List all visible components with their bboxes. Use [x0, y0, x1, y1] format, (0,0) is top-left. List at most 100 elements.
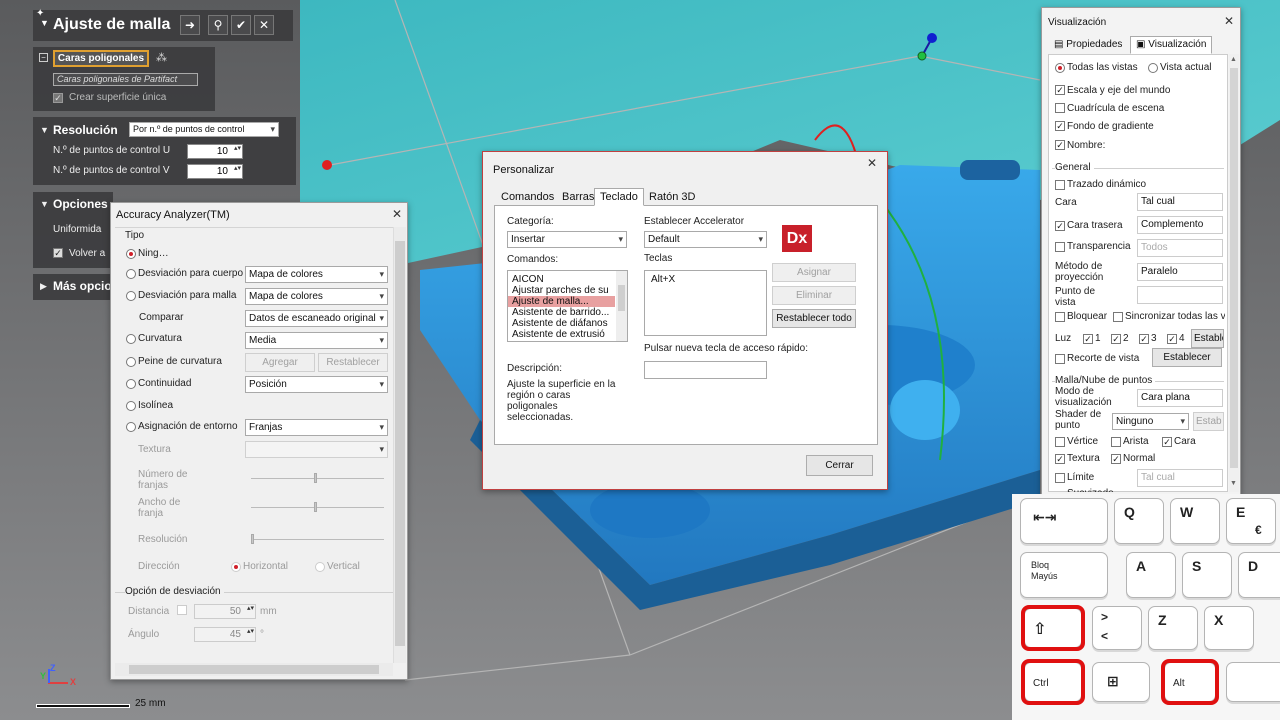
control-v-input[interactable]: 10: [187, 164, 243, 179]
ok-button[interactable]: ✔: [231, 15, 251, 35]
commands-list[interactable]: AICON Ajustar parches de su Ajuste de ma…: [507, 270, 628, 342]
accelerator-select[interactable]: Default: [644, 231, 767, 248]
face-select[interactable]: Tal cual: [1137, 193, 1223, 211]
control-u-input[interactable]: 10: [187, 144, 243, 159]
light-4-checkbox[interactable]: ✓: [1167, 334, 1177, 344]
dynamic-trace-checkbox[interactable]: [1055, 180, 1065, 190]
current-view-radio[interactable]: [1148, 63, 1158, 73]
resolution-thumb[interactable]: [251, 534, 254, 544]
list-item[interactable]: Ajustar parches de su: [508, 285, 615, 296]
cancel-button[interactable]: ✕: [254, 15, 274, 35]
list-item[interactable]: Asistente de extrusió: [508, 329, 615, 340]
distance-input[interactable]: 50: [194, 604, 256, 619]
resolution-slider[interactable]: [251, 539, 384, 540]
continuity-radio[interactable]: [126, 379, 136, 389]
collapse-icon[interactable]: ▼: [40, 199, 49, 209]
isoline-radio[interactable]: [126, 401, 136, 411]
clip-set-button[interactable]: Establecer: [1152, 348, 1222, 367]
filter-icon[interactable]: ⁂: [156, 51, 167, 64]
sync-checkbox[interactable]: [1113, 312, 1123, 322]
vis-scroll-up[interactable]: ▲: [1230, 56, 1237, 63]
list-item[interactable]: Asistente de diáfanos: [508, 318, 615, 329]
limit-checkbox[interactable]: [1055, 473, 1065, 483]
list-scrollbar[interactable]: [616, 271, 627, 341]
list-item[interactable]: AICON: [508, 274, 615, 285]
transparency-checkbox[interactable]: [1055, 242, 1065, 252]
horizontal-scrollbar[interactable]: [115, 663, 393, 676]
list-item[interactable]: Alt+X: [651, 274, 760, 285]
name-checkbox[interactable]: ✓: [1055, 140, 1065, 150]
body-deviation-select[interactable]: Mapa de colores: [245, 266, 388, 283]
display-mode-select[interactable]: Cara plana: [1137, 389, 1223, 407]
stripe-width-thumb[interactable]: [314, 502, 317, 512]
angle-input[interactable]: 45: [194, 627, 256, 642]
world-axis-checkbox[interactable]: ✓: [1055, 85, 1065, 95]
preview-button[interactable]: ⚲: [208, 15, 228, 35]
curvature-radio[interactable]: [126, 334, 136, 344]
body-deviation-radio[interactable]: [126, 269, 136, 279]
reset-all-button[interactable]: Restablecer todo: [772, 309, 856, 328]
close-icon[interactable]: ✕: [865, 156, 879, 170]
scene-grid-checkbox[interactable]: [1055, 103, 1065, 113]
horizontal-radio[interactable]: [231, 562, 241, 572]
projection-select[interactable]: Paralelo: [1137, 263, 1223, 281]
close-icon[interactable]: ✕: [390, 207, 404, 221]
next-button[interactable]: ➜: [180, 15, 200, 35]
stripe-width-slider[interactable]: [251, 507, 384, 508]
vertical-radio[interactable]: [315, 562, 325, 572]
polygon-faces-selector[interactable]: Caras poligonales: [53, 50, 149, 67]
close-button[interactable]: Cerrar: [806, 455, 873, 476]
env-mapping-radio[interactable]: [126, 422, 136, 432]
tab-commands[interactable]: Comandos: [495, 188, 560, 206]
distance-lock[interactable]: [177, 605, 187, 615]
list-item[interactable]: Asistente de barrido...: [508, 307, 615, 318]
viewpoint-input[interactable]: [1137, 286, 1223, 304]
curvature-select[interactable]: Media: [245, 332, 388, 349]
resolution-mode-select[interactable]: Por n.º de puntos de control: [129, 122, 279, 137]
collapse-icon[interactable]: ▼: [40, 125, 49, 135]
back-face-select[interactable]: Complemento: [1137, 216, 1223, 234]
return-checkbox[interactable]: ✓: [53, 248, 63, 258]
point-shader-button[interactable]: Estab: [1193, 412, 1224, 431]
collapse-box-icon[interactable]: −: [39, 53, 48, 62]
light-1-checkbox[interactable]: ✓: [1083, 334, 1093, 344]
scroll-thumb[interactable]: [395, 241, 405, 646]
back-face-checkbox[interactable]: ✓: [1055, 221, 1065, 231]
reset-button[interactable]: Restablecer: [318, 353, 388, 372]
stripes-thumb[interactable]: [314, 473, 317, 483]
texture-select[interactable]: [245, 441, 388, 458]
normal-checkbox[interactable]: ✓: [1111, 454, 1121, 464]
category-select[interactable]: Insertar: [507, 231, 627, 248]
face-checkbox[interactable]: ✓: [1162, 437, 1172, 447]
vertical-scrollbar[interactable]: [393, 227, 406, 663]
delete-button[interactable]: Eliminar: [772, 286, 856, 305]
tab-3d-mouse[interactable]: Ratón 3D: [643, 188, 701, 206]
tab-visualization[interactable]: ▣ Visualización: [1130, 36, 1213, 54]
vis-scroll-thumb[interactable]: [1230, 68, 1238, 468]
assign-button[interactable]: Asignar: [772, 263, 856, 282]
limit-select[interactable]: Tal cual: [1137, 469, 1223, 487]
texture-checkbox[interactable]: ✓: [1055, 454, 1065, 464]
list-item[interactable]: Ajuste de malla...: [508, 296, 615, 307]
expand-icon[interactable]: ▶: [40, 281, 47, 292]
vis-scrollbar[interactable]: ▲ ▼: [1229, 54, 1239, 492]
vis-scroll-down[interactable]: ▼: [1230, 480, 1237, 487]
clip-view-checkbox[interactable]: [1055, 354, 1065, 364]
selected-faces-item[interactable]: Caras poligonales de Partifact: [53, 73, 198, 86]
add-button[interactable]: Agregar: [245, 353, 315, 372]
close-icon[interactable]: ✕: [1222, 14, 1236, 28]
edge-checkbox[interactable]: [1111, 437, 1121, 447]
keys-list[interactable]: Alt+X: [644, 270, 767, 336]
more-options-section[interactable]: ▶ Más opcio: [33, 274, 113, 300]
env-mapping-select[interactable]: Franjas: [245, 419, 388, 436]
tab-properties[interactable]: ▤ Propiedades: [1048, 36, 1128, 54]
light-settings-button[interactable]: Estable: [1191, 329, 1224, 348]
compare-select[interactable]: Datos de escaneado original: [245, 310, 388, 327]
light-3-checkbox[interactable]: ✓: [1139, 334, 1149, 344]
new-key-input[interactable]: [644, 361, 767, 379]
h-scroll-thumb[interactable]: [129, 665, 379, 674]
none-radio[interactable]: [126, 249, 136, 259]
point-shader-select[interactable]: Ninguno: [1112, 413, 1189, 430]
curvature-comb-radio[interactable]: [126, 357, 136, 367]
tab-keyboard[interactable]: Teclado: [594, 188, 644, 206]
